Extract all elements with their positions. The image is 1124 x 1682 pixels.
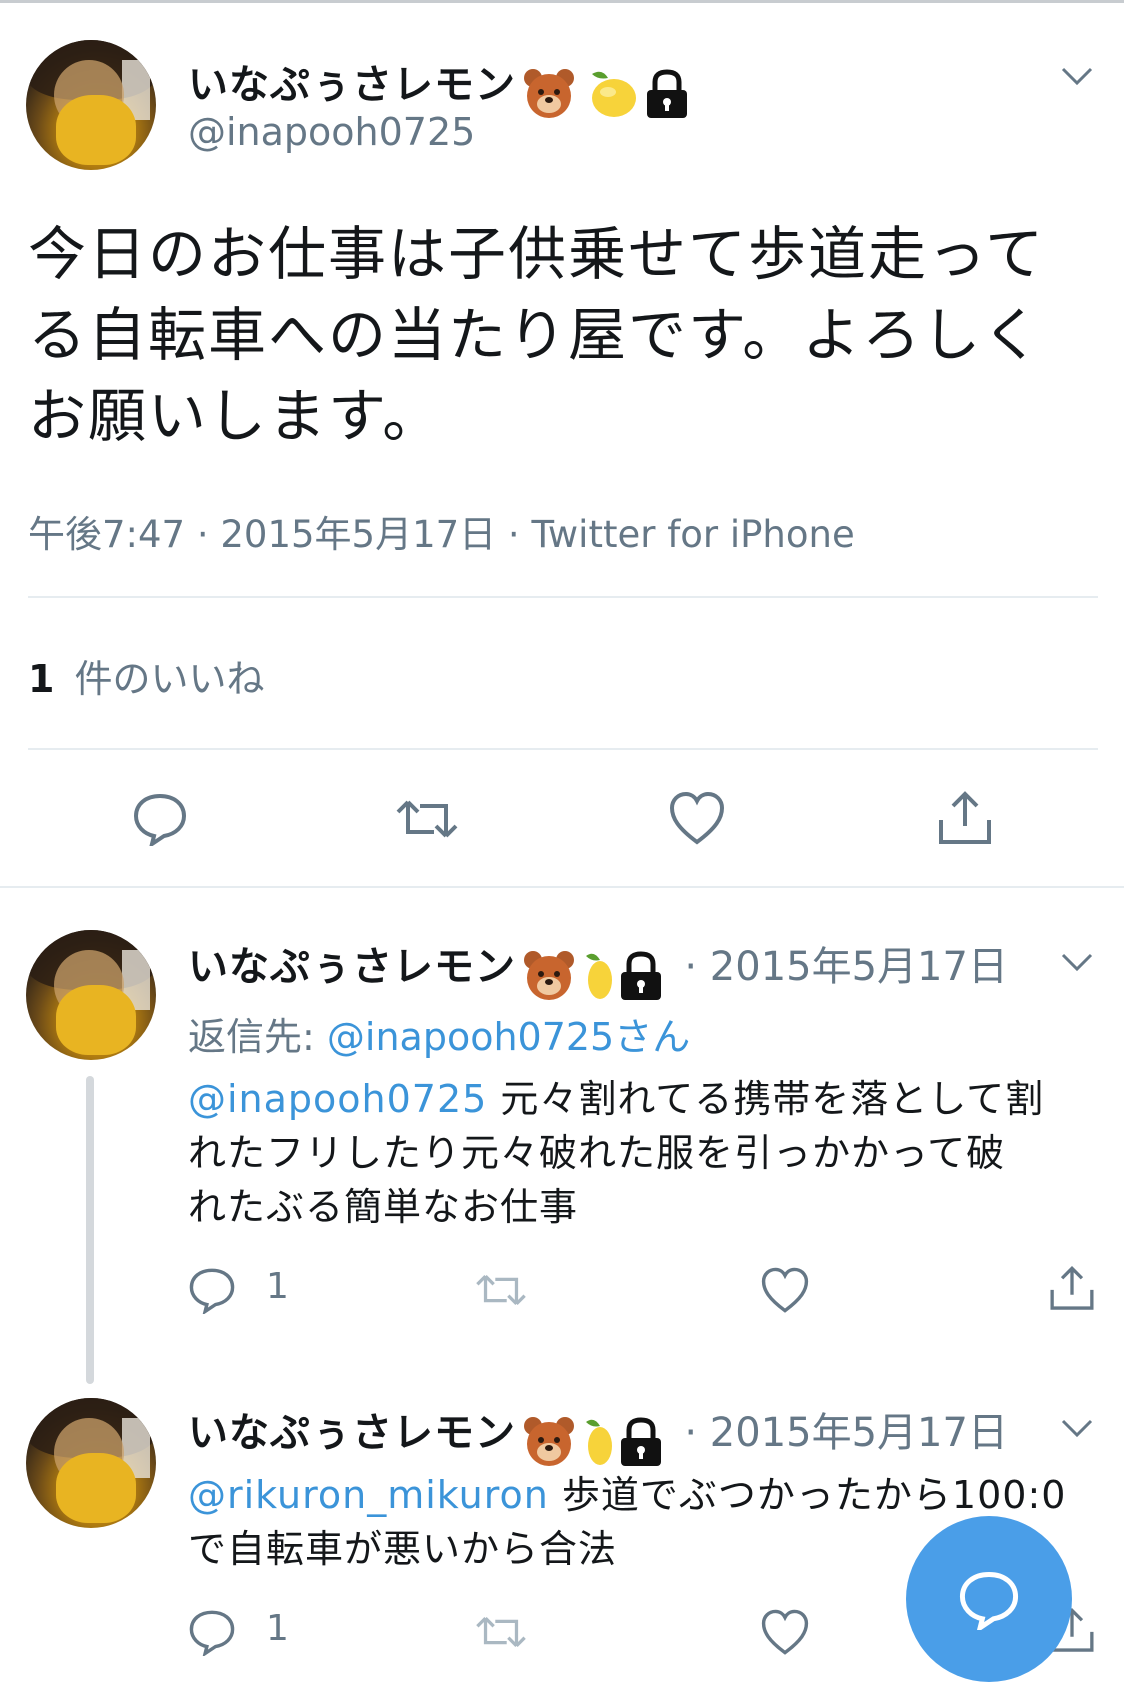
retweet-icon[interactable] <box>474 1268 528 1312</box>
likes-count: 1 <box>28 657 55 701</box>
compose-reply-button[interactable] <box>906 1516 1072 1682</box>
avatar[interactable] <box>26 40 156 170</box>
reply-icon[interactable] <box>188 1608 236 1656</box>
section-divider <box>0 886 1124 888</box>
likes-summary[interactable]: 1 件のいいね <box>28 648 265 703</box>
reply-to: 返信先: @inapooh0725さん <box>188 1006 690 1061</box>
reply-text: @inapooh0725 元々割れてる携帯を落として割 れたフリしたり元々破れた… <box>188 1072 1088 1234</box>
tweet-text-line: お願いします。 <box>28 382 443 450</box>
like-icon[interactable] <box>760 1608 810 1656</box>
avatar[interactable] <box>26 1398 156 1528</box>
lock-icon <box>647 68 688 118</box>
retweet-icon[interactable] <box>474 1610 528 1654</box>
reply-text-part: れたぶる簡単なお仕事 <box>188 1185 579 1229</box>
tweet-meta: 午後7:47 · 2015年5月17日 · Twitter for iPhone <box>28 513 855 556</box>
tweet-date[interactable]: · 2015年5月17日 <box>684 944 1008 990</box>
author-row: いなぷぅさレモン · 2015年5月17日 <box>188 1400 1008 1470</box>
author-row: いなぷぅさレモン · 2015年5月17日 <box>188 934 1008 1004</box>
display-name[interactable]: いなぷぅさレモン <box>188 944 516 990</box>
handle[interactable]: @inapooh0725 <box>188 110 475 154</box>
mention-link[interactable]: @rikuron_mikuron <box>188 1473 549 1517</box>
lock-icon <box>621 1416 662 1466</box>
display-name[interactable]: いなぷぅさレモン <box>188 62 516 108</box>
lemon-emoji-icon <box>586 953 613 999</box>
reply-count: 1 <box>266 1266 289 1307</box>
chevron-down-icon[interactable] <box>1060 1418 1094 1438</box>
reply-text-part: 元々割れてる携帯を落として割 <box>487 1077 1045 1121</box>
reply-text-part: 歩道でぶつかったから100:0 <box>548 1473 1067 1517</box>
reply-to-suffix: さん <box>614 1015 691 1059</box>
bear-emoji-icon <box>524 950 575 1000</box>
reply-text-part: れたフリしたり元々破れた服を引っかかって破 <box>188 1131 1006 1175</box>
reply-to-handle[interactable]: @inapooh0725 <box>327 1015 614 1059</box>
divider <box>28 596 1098 598</box>
reply-to-label: 返信先: <box>188 1015 327 1059</box>
share-icon[interactable] <box>936 790 994 848</box>
top-divider <box>0 0 1124 3</box>
chevron-down-icon[interactable] <box>1060 66 1094 86</box>
tweet-text: 今日のお仕事は子供乗せて歩道走って る自転車への当たり屋です。よろしく お願いし… <box>28 214 1118 457</box>
tweet-date[interactable]: · 2015年5月17日 <box>684 1410 1008 1456</box>
likes-label: 件のいいね <box>74 657 265 701</box>
avatar[interactable] <box>26 930 156 1060</box>
lock-icon <box>621 950 662 1000</box>
divider <box>28 748 1098 750</box>
reply-icon[interactable] <box>188 1266 236 1314</box>
like-icon[interactable] <box>760 1266 810 1314</box>
reply-icon[interactable] <box>132 792 188 846</box>
chevron-down-icon[interactable] <box>1060 952 1094 972</box>
reply-count: 1 <box>266 1608 289 1649</box>
compose-reply-icon <box>959 1572 1019 1630</box>
share-icon[interactable] <box>1048 1264 1096 1314</box>
mention-link[interactable]: @inapooh0725 <box>188 1077 487 1121</box>
like-icon[interactable] <box>668 790 726 846</box>
tweet-text-line: る自転車への当たり屋です。よろしく <box>28 301 1043 369</box>
tweet-text-line: 今日のお仕事は子供乗せて歩道走って <box>28 220 1046 288</box>
thread-line <box>86 1076 94 1384</box>
retweet-icon[interactable] <box>394 792 460 846</box>
bear-emoji-icon <box>524 1416 575 1466</box>
display-name[interactable]: いなぷぅさレモン <box>188 1410 516 1456</box>
lemon-emoji-icon <box>592 71 637 117</box>
lemon-emoji-icon <box>586 1419 613 1465</box>
bear-emoji-icon <box>524 68 575 118</box>
